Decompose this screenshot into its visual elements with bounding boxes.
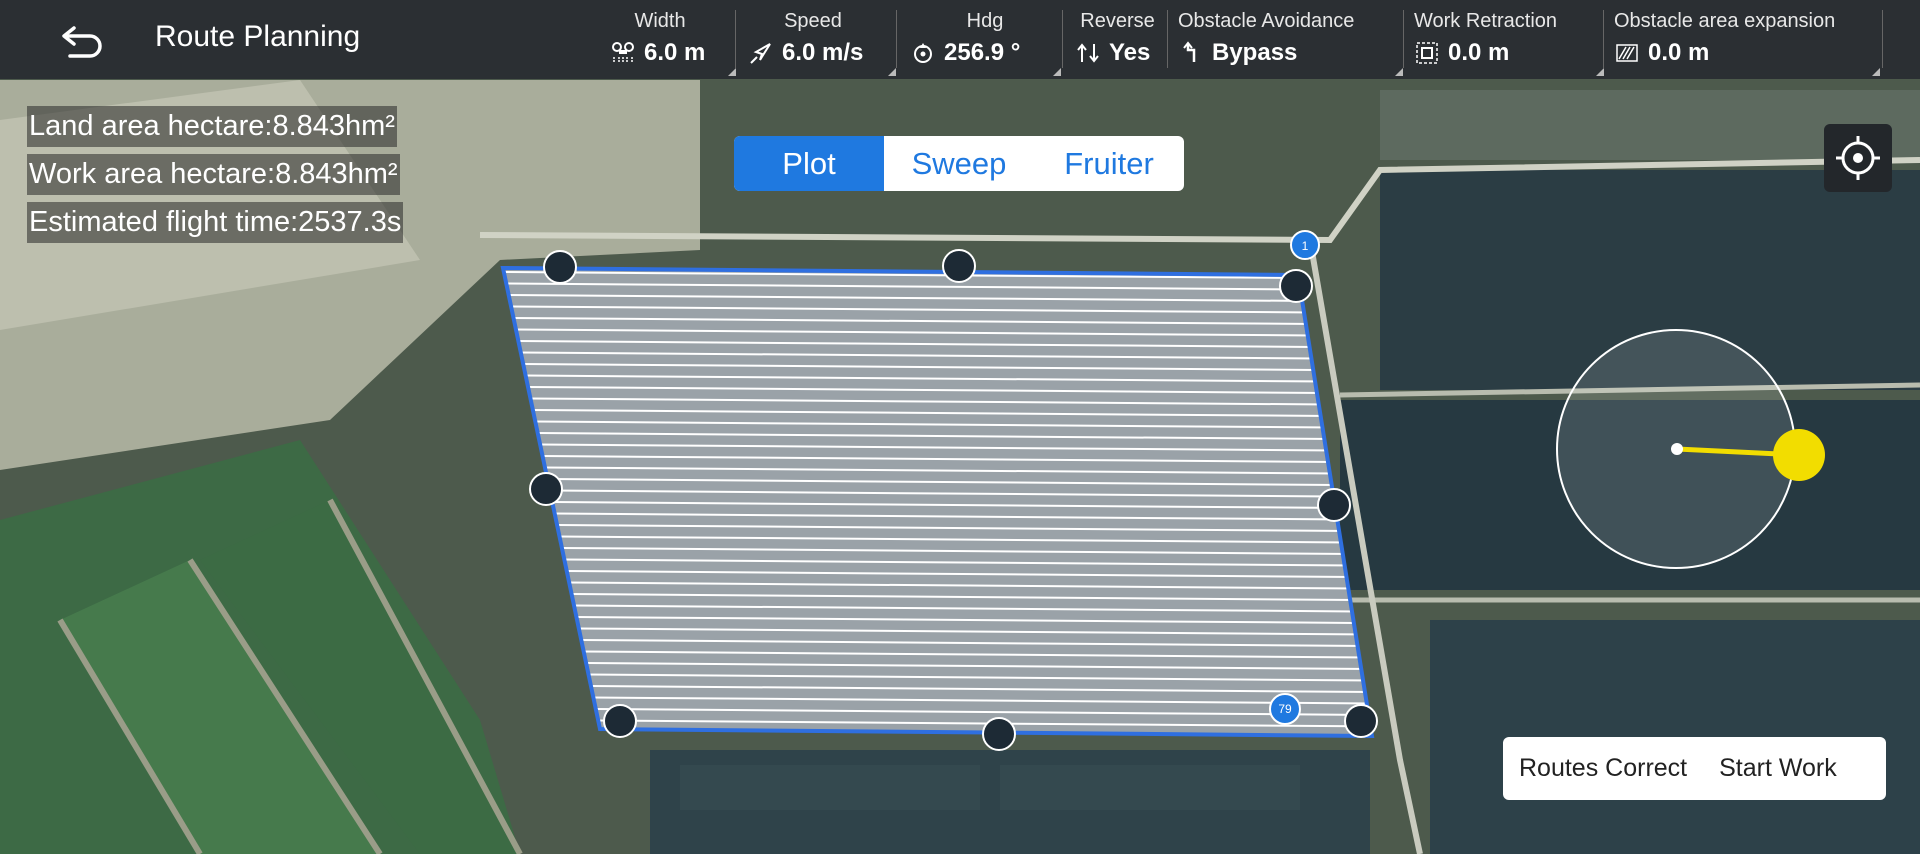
locate-button[interactable] xyxy=(1824,124,1892,192)
caret-indicator xyxy=(728,68,736,76)
param-heading[interactable]: Hdg 256.9 ° xyxy=(910,10,1060,74)
param-label: Speed xyxy=(784,10,842,32)
mode-tabs: Plot Sweep Fruiter xyxy=(734,136,1184,191)
vertex-handle xyxy=(543,250,577,284)
divider xyxy=(1062,10,1063,68)
work-area-text: Work area hectare:8.843hm² xyxy=(27,154,400,195)
locate-icon xyxy=(1836,136,1880,180)
param-label: Obstacle area expansion xyxy=(1614,10,1836,32)
obstacle-expansion-icon xyxy=(1614,40,1640,66)
caret-indicator xyxy=(1596,68,1604,76)
area-info-panel: Land area hectare:8.843hm² Work area hec… xyxy=(27,106,404,250)
work-retraction-icon xyxy=(1414,40,1440,66)
param-value: Bypass xyxy=(1212,39,1298,66)
divider xyxy=(1882,10,1883,68)
route-start-label: 1 xyxy=(1302,239,1309,253)
vertex-handle xyxy=(603,704,637,738)
action-bar: Routes Correct Start Work xyxy=(1503,737,1886,800)
param-value: 6.0 m/s xyxy=(782,39,864,66)
vertex-handle xyxy=(1344,704,1378,738)
vertex-handle xyxy=(982,717,1016,751)
param-value: 0.0 m xyxy=(1448,39,1510,66)
param-value: 256.9 ° xyxy=(944,39,1021,66)
page-title: Route Planning xyxy=(155,20,361,53)
param-label: Work Retraction xyxy=(1414,10,1558,32)
vertex-handle xyxy=(1279,269,1313,303)
param-speed[interactable]: Speed 6.0 m/s xyxy=(748,10,878,74)
param-label: Obstacle Avoidance xyxy=(1178,10,1355,32)
divider xyxy=(1167,10,1168,68)
caret-indicator xyxy=(888,68,896,76)
joystick-knob xyxy=(1773,429,1825,481)
param-obstacle-expansion[interactable]: Obstacle area expansion 0.0 m xyxy=(1614,10,1864,74)
divider xyxy=(1403,10,1404,68)
param-label: Width xyxy=(634,10,686,32)
param-reverse[interactable]: Reverse Yes xyxy=(1075,10,1160,74)
caret-indicator xyxy=(1053,68,1061,76)
tab-fruiter[interactable]: Fruiter xyxy=(1034,136,1184,191)
heading-icon xyxy=(910,40,936,66)
obstacle-avoidance-icon xyxy=(1178,40,1204,66)
param-width[interactable]: Width 6.0 m xyxy=(610,10,710,74)
param-obstacle-avoidance[interactable]: Obstacle Avoidance Bypass xyxy=(1178,10,1378,74)
reverse-icon xyxy=(1075,40,1101,66)
caret-indicator xyxy=(1872,68,1880,76)
tab-sweep[interactable]: Sweep xyxy=(884,136,1034,191)
vertex-handle xyxy=(529,472,563,506)
param-value: 6.0 m xyxy=(644,39,706,66)
back-button[interactable] xyxy=(60,18,106,62)
flight-time-text: Estimated flight time:2537.3s xyxy=(27,202,404,243)
divider xyxy=(896,10,897,68)
divider xyxy=(735,10,736,68)
vertex-handle xyxy=(942,249,976,283)
speed-icon xyxy=(748,40,774,66)
start-work-button[interactable]: Start Work xyxy=(1703,754,1853,783)
width-icon xyxy=(610,40,636,66)
param-label: Reverse xyxy=(1080,10,1155,32)
caret-indicator xyxy=(1395,68,1403,76)
param-work-retraction[interactable]: Work Retraction 0.0 m xyxy=(1414,10,1589,74)
top-bar: Route Planning Width 6.0 m Speed 6.0 m/s… xyxy=(0,0,1920,79)
tab-plot[interactable]: Plot xyxy=(734,136,884,191)
param-label: Hdg xyxy=(966,10,1004,32)
vertex-handle xyxy=(1317,488,1351,522)
param-value: Yes xyxy=(1109,39,1151,66)
route-end-label: 79 xyxy=(1278,702,1292,716)
divider xyxy=(1603,10,1604,68)
land-area-text: Land area hectare:8.843hm² xyxy=(27,106,397,147)
back-arrow-icon xyxy=(62,26,102,58)
routes-correct-button[interactable]: Routes Correct xyxy=(1503,754,1703,783)
param-value: 0.0 m xyxy=(1648,39,1710,66)
